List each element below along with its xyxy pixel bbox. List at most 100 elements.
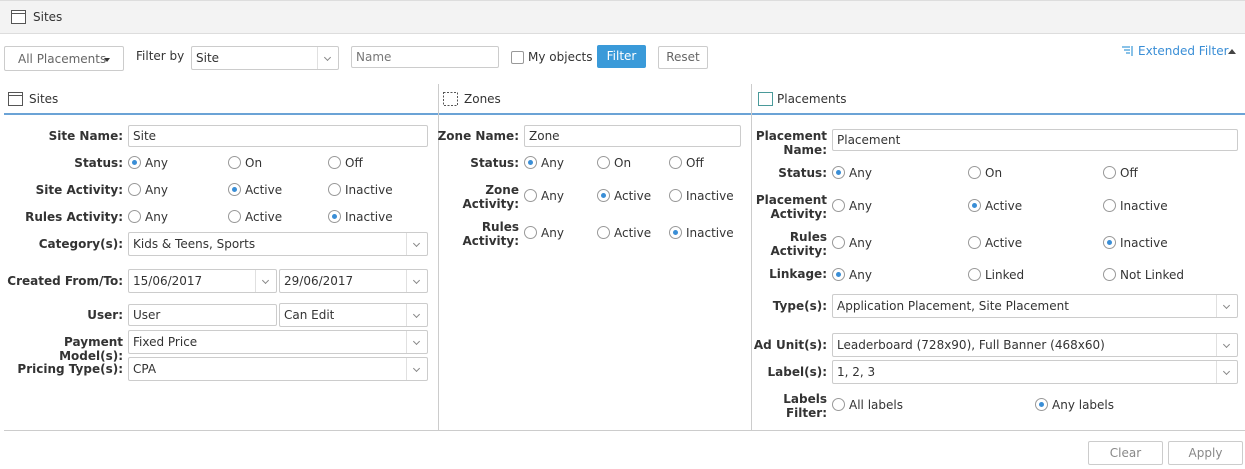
- rules-activity-any-radio[interactable]: [128, 210, 141, 223]
- radio-label: Linked: [985, 268, 1025, 282]
- labels-filter-any-radio[interactable]: [1035, 398, 1048, 411]
- radio-label: Inactive: [1120, 199, 1168, 213]
- filter-by-select[interactable]: Site: [191, 46, 339, 70]
- reset-button[interactable]: Reset: [658, 46, 708, 69]
- user-input[interactable]: User: [128, 304, 277, 326]
- placement-rules-active-radio[interactable]: [968, 236, 981, 249]
- name-search-input[interactable]: Name: [351, 46, 499, 68]
- zone-rules-active-radio[interactable]: [597, 226, 610, 239]
- placement-name-input[interactable]: Placement: [832, 129, 1238, 151]
- zone-status-any-radio[interactable]: [524, 156, 537, 169]
- placement-rules-inactive-radio[interactable]: [1103, 236, 1116, 249]
- filter-by-label: Filter by: [136, 49, 185, 63]
- zone-status-on-radio[interactable]: [597, 156, 610, 169]
- labels-select[interactable]: 1, 2, 3: [832, 360, 1238, 384]
- status-any-radio[interactable]: [128, 156, 141, 169]
- payment-model-select[interactable]: Fixed Price: [128, 330, 428, 354]
- site-activity-label: Site Activity:: [35, 183, 123, 197]
- zone-status-off-radio[interactable]: [669, 156, 682, 169]
- labels-filter-all-radio[interactable]: [832, 398, 845, 411]
- radio-label: Off: [686, 156, 704, 170]
- radio-label: Inactive: [345, 210, 393, 224]
- footer-divider: [4, 430, 1245, 431]
- rules-activity-inactive-radio[interactable]: [328, 210, 341, 223]
- chevron-down-icon: [1216, 295, 1237, 317]
- status-on-radio[interactable]: [228, 156, 241, 169]
- chevron-down-icon: [1216, 361, 1237, 383]
- radio-label: Active: [614, 226, 652, 240]
- zones-panel-header: Zones: [439, 84, 751, 115]
- zone-activity-any-radio[interactable]: [524, 189, 537, 202]
- radio-label: Any: [541, 189, 564, 203]
- zone-rules-activity-label: Rules Activity:: [462, 220, 519, 248]
- radio-label: Not Linked: [1120, 268, 1184, 282]
- payment-model-label: Payment Model(s):: [59, 335, 123, 363]
- placement-status-off-radio[interactable]: [1103, 166, 1116, 179]
- placement-activity-inactive-radio[interactable]: [1103, 199, 1116, 212]
- status-label: Status:: [74, 156, 123, 170]
- placement-rules-activity-label: Rules Activity:: [770, 230, 827, 258]
- zones-icon: [443, 92, 458, 109]
- labels-label: Label(s):: [767, 365, 828, 379]
- linkage-label: Linkage:: [769, 267, 827, 281]
- linkage-linked-radio[interactable]: [968, 268, 981, 281]
- pricing-type-label: Pricing Type(s):: [17, 362, 123, 376]
- filter-button[interactable]: Filter: [597, 45, 646, 68]
- category-select[interactable]: Kids & Teens, Sports: [128, 232, 428, 256]
- sites-panel-title: Sites: [29, 92, 59, 106]
- pricing-type-select[interactable]: CPA: [128, 357, 428, 381]
- site-activity-inactive-radio[interactable]: [328, 183, 341, 196]
- clear-button[interactable]: Clear: [1088, 441, 1163, 465]
- zone-rules-inactive-radio[interactable]: [669, 226, 682, 239]
- rules-activity-active-radio[interactable]: [228, 210, 241, 223]
- zones-panel-title: Zones: [464, 92, 501, 106]
- radio-label: All labels: [849, 398, 903, 412]
- linkage-not-linked-radio[interactable]: [1103, 268, 1116, 281]
- created-from-date[interactable]: 15/06/2017: [128, 269, 277, 293]
- placement-status-on-radio[interactable]: [968, 166, 981, 179]
- linkage-any-radio[interactable]: [832, 268, 845, 281]
- my-objects-checkbox[interactable]: [511, 51, 524, 64]
- radio-label: Any: [145, 210, 168, 224]
- zone-name-input[interactable]: Zone: [524, 125, 741, 147]
- chevron-down-icon: [406, 304, 427, 326]
- zone-rules-any-radio[interactable]: [524, 226, 537, 239]
- radio-label: Any: [145, 183, 168, 197]
- types-select[interactable]: Application Placement, Site Placement: [832, 294, 1238, 318]
- placement-activity-active-radio[interactable]: [968, 199, 981, 212]
- all-placements-dropdown[interactable]: All Placements: [4, 46, 124, 71]
- radio-label: Active: [985, 236, 1023, 250]
- user-permission-select[interactable]: Can Edit: [279, 303, 428, 327]
- status-off-radio[interactable]: [328, 156, 341, 169]
- radio-label: On: [985, 166, 1003, 180]
- radio-label: On: [245, 156, 263, 170]
- radio-label: Any labels: [1052, 398, 1115, 412]
- zone-activity-label: Zone Activity:: [462, 183, 519, 211]
- apply-button[interactable]: Apply: [1168, 441, 1243, 465]
- rules-activity-label: Rules Activity:: [25, 210, 123, 224]
- radio-label: Any: [849, 199, 872, 213]
- site-activity-any-radio[interactable]: [128, 183, 141, 196]
- placement-activity-any-radio[interactable]: [832, 199, 845, 212]
- site-name-input[interactable]: Site: [128, 125, 428, 147]
- placement-status-any-radio[interactable]: [832, 166, 845, 179]
- created-to-date[interactable]: 29/06/2017: [279, 269, 428, 293]
- sites-panel-header: Sites: [4, 84, 438, 115]
- zone-activity-active-radio[interactable]: [597, 189, 610, 202]
- zone-activity-inactive-radio[interactable]: [669, 189, 682, 202]
- chevron-down-icon: [317, 47, 338, 69]
- radio-label: Any: [849, 236, 872, 250]
- radio-label: Active: [245, 183, 283, 197]
- extended-filter-link[interactable]: Extended Filter: [1138, 44, 1229, 58]
- ad-unit-select[interactable]: Leaderboard (728x90), Full Banner (468x6…: [832, 333, 1238, 357]
- placement-rules-any-radio[interactable]: [832, 236, 845, 249]
- category-label: Category(s):: [38, 237, 123, 251]
- types-label: Type(s):: [772, 299, 827, 313]
- radio-label: On: [614, 156, 632, 170]
- caret-up-icon[interactable]: [1228, 49, 1236, 54]
- radio-label: Off: [345, 156, 363, 170]
- user-label: User:: [87, 308, 123, 322]
- chevron-down-icon: [406, 233, 427, 255]
- site-activity-active-radio[interactable]: [228, 183, 241, 196]
- zone-name-label: Zone Name:: [437, 129, 519, 143]
